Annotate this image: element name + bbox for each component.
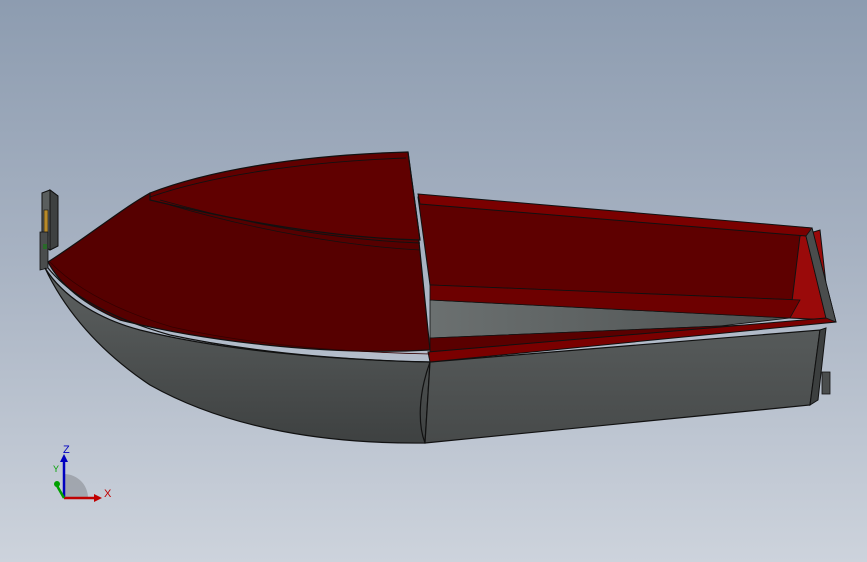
y-axis-arrow	[54, 481, 60, 487]
axis-triad: Z X Y	[53, 444, 112, 502]
x-axis-label: X	[104, 488, 112, 500]
y-axis-label: Y	[53, 464, 59, 474]
3d-viewport[interactable]: Z X Y	[0, 0, 867, 562]
z-axis-label: Z	[63, 444, 70, 456]
triad-plane	[64, 474, 88, 498]
boat-model[interactable]	[0, 0, 867, 562]
drain-plug	[821, 371, 831, 395]
x-axis-arrow	[94, 494, 102, 502]
